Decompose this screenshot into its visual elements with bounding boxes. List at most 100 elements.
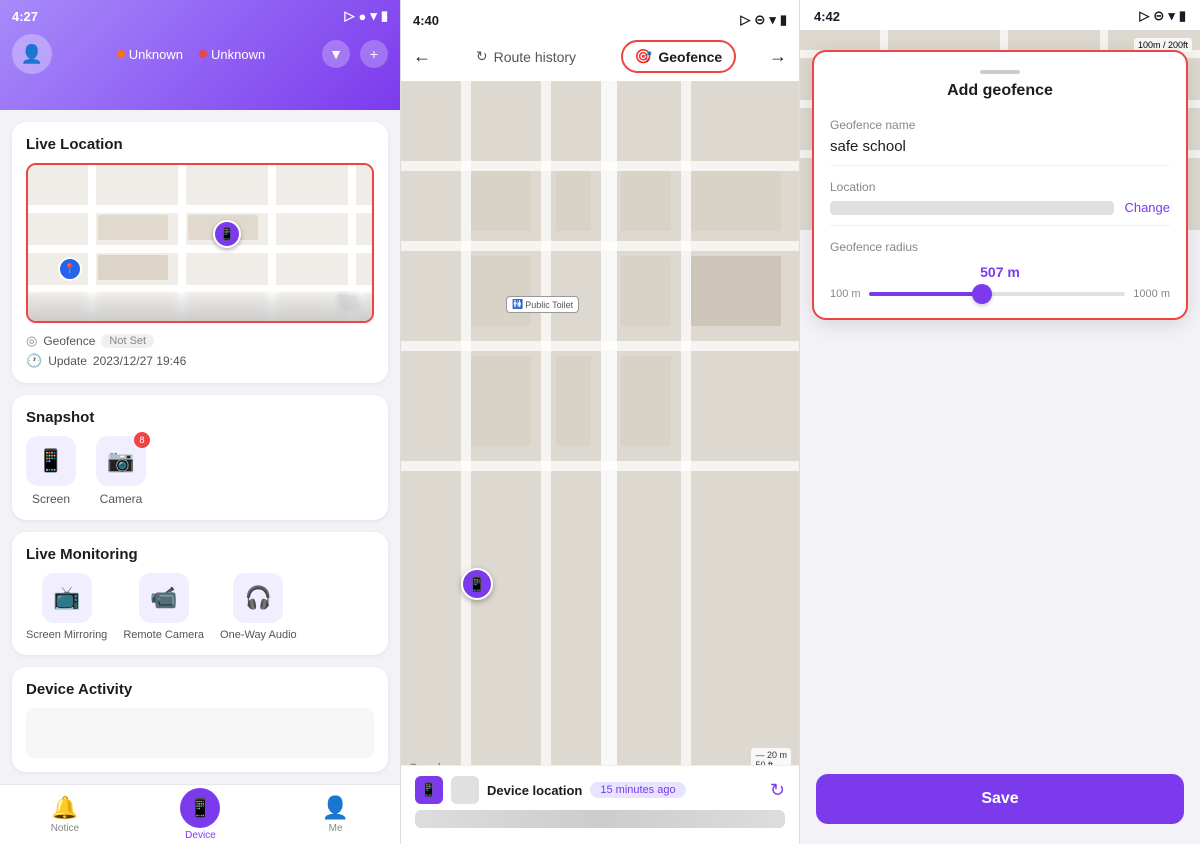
change-link[interactable]: Change: [1124, 200, 1170, 215]
wifi-icon: ▾: [370, 8, 377, 24]
map-preview[interactable]: 📱 📍 50 m 200 ft: [26, 163, 374, 323]
tab-geofence[interactable]: 🎯 Geofence: [621, 40, 736, 73]
screen-mirroring-icon: 📺: [53, 585, 80, 611]
device-activity-placeholder: [26, 708, 374, 758]
geofence-card: Add geofence Geofence name safe school L…: [812, 50, 1188, 320]
headphones-icon: 🎧: [245, 585, 272, 611]
monitor-remote-camera[interactable]: 📹 Remote Camera: [123, 573, 204, 641]
radius-label: Geofence radius: [830, 240, 1170, 254]
status-icons-3: ▷ ⊝ ▾ ▮: [1139, 8, 1186, 24]
device-activity-card: Device Activity: [12, 667, 388, 772]
mr-h2: [401, 241, 799, 251]
mr-v1: [461, 81, 471, 780]
nav-notice-label: Notice: [51, 823, 79, 834]
user-label-2: Unknown: [211, 47, 265, 62]
status-bar-3: 4:42 ▷ ⊝ ▾ ▮: [800, 0, 1200, 30]
update-time: 2023/12/27 19:46: [93, 354, 186, 368]
mr-v2: [541, 81, 551, 780]
live-monitoring-card: Live Monitoring 📺 Screen Mirroring 📹 Rem…: [12, 532, 388, 655]
snapshot-screen-label: Screen: [32, 492, 70, 506]
nav-me-label: Me: [329, 823, 343, 834]
toilet-icon: 🚻: [512, 299, 523, 310]
one-way-audio-icon-wrap: 🎧: [233, 573, 283, 623]
geofence-meta-row: ◎ Geofence Not Set: [26, 333, 374, 349]
dropdown-button[interactable]: ▼: [322, 40, 350, 68]
monitor-one-way-audio[interactable]: 🎧 One-Way Audio: [220, 573, 297, 641]
battery-icon-2: ▮: [780, 12, 787, 28]
save-button[interactable]: Save: [816, 774, 1184, 824]
geofence-icon: ◎: [26, 333, 37, 349]
map-main-bg: 🚻 Public Toilet 📱 — 20 m 50 ft Google: [401, 81, 799, 780]
geofence-label: Geofence: [43, 334, 95, 348]
map-main-panel2[interactable]: 🚻 Public Toilet 📱 — 20 m 50 ft Google: [401, 81, 799, 780]
building-1: [98, 215, 168, 240]
p2-building-3: [621, 171, 671, 231]
battery-icon-3: ▮: [1179, 8, 1186, 24]
monitor-screen-mirroring[interactable]: 📺 Screen Mirroring: [26, 573, 107, 641]
geofence-name-value: safe school: [830, 138, 1170, 166]
geofence-tab-icon: 🎯: [635, 48, 652, 65]
p2-building-4: [691, 171, 781, 231]
user-info: Unknown Unknown: [117, 47, 265, 62]
live-location-card: Live Location 📱: [12, 122, 388, 383]
device-pin-map: 📱: [461, 568, 493, 600]
status-icons-1: ▷ ● ▾ ▮: [344, 8, 388, 24]
refresh-button[interactable]: ↻: [770, 780, 785, 801]
radius-slider[interactable]: [869, 292, 1126, 296]
tab-route-history[interactable]: ↻ Route history: [464, 42, 588, 71]
p2-building-5: [471, 256, 531, 326]
notice-icon: 🔔: [51, 795, 78, 821]
panel-2: 4:40 ▷ ⊝ ▾ ▮ ← ↻ Route history 🎯 Geofenc…: [400, 0, 800, 844]
pill-divider: [980, 70, 1020, 74]
clock-icon: 🕐: [26, 353, 42, 369]
snapshot-camera-label: Camera: [100, 492, 143, 506]
building-3: [98, 255, 168, 280]
location-blurred: [830, 201, 1114, 215]
p2-building-2: [556, 171, 591, 231]
device-icon-gray: [451, 776, 479, 804]
blue-pin: 📍: [58, 257, 82, 281]
time-3: 4:42: [814, 9, 840, 24]
tab-route-label: Route history: [494, 49, 576, 65]
mr-v3: [681, 81, 691, 780]
slider-min: 100 m: [830, 288, 861, 300]
mr-h4: [401, 461, 799, 471]
time-1: 4:27: [12, 9, 38, 24]
bottom-nav-1: 🔔 Notice 📱 Device 👤 Me: [0, 784, 400, 844]
user-tag-1: Unknown: [117, 47, 183, 62]
status-bar-2: 4:40 ▷ ⊝ ▾ ▮: [413, 8, 787, 32]
update-meta-row: 🕐 Update 2023/12/27 19:46: [26, 353, 374, 369]
wifi-icon-3: ▾: [1168, 8, 1175, 24]
nav-device-label: Device: [185, 830, 216, 841]
mr-h1: [401, 161, 799, 171]
panel1-header: 4:27 ▷ ● ▾ ▮ 👤 Unknown Unknown: [0, 0, 400, 110]
one-way-audio-label: One-Way Audio: [220, 629, 297, 641]
nav-device[interactable]: 📱 Device: [180, 788, 220, 841]
add-button[interactable]: +: [360, 40, 388, 68]
panel2-bottom: 📱 Device location 15 minutes ago ↻: [401, 765, 799, 844]
header-user-row: 👤 Unknown Unknown ▼ +: [12, 34, 388, 74]
radius-slider-container: 100 m 1000 m: [830, 288, 1170, 300]
snapshot-screen-icon-wrap: 📱: [26, 436, 76, 486]
map-device-pin: 📱: [213, 220, 241, 248]
snapshot-camera-item[interactable]: 📷 8 Camera: [96, 436, 146, 506]
nav-me[interactable]: 👤 Me: [322, 795, 349, 834]
screen-mirroring-icon-wrap: 📺: [42, 573, 92, 623]
back-button-2[interactable]: ←: [413, 46, 431, 67]
dot-orange: [117, 50, 125, 58]
slider-thumb[interactable]: [972, 284, 992, 304]
snapshot-screen-item[interactable]: 📱 Screen: [26, 436, 76, 506]
camera-badge: 8: [134, 432, 150, 448]
panel2-header: 4:40 ▷ ⊝ ▾ ▮ ← ↻ Route history 🎯 Geofenc…: [401, 0, 799, 81]
nav-notice[interactable]: 🔔 Notice: [51, 795, 79, 834]
public-toilet-pin: 🚻 Public Toilet: [506, 296, 579, 313]
slider-fill: [869, 292, 982, 296]
signal-icon-2: ⊝: [754, 12, 765, 28]
play-icon-3: ▷: [1139, 8, 1149, 24]
forward-button-2[interactable]: →: [769, 46, 787, 67]
device-icon-active-wrap: 📱: [180, 788, 220, 828]
mr-vw1: [601, 81, 617, 780]
geofence-status: Not Set: [101, 334, 154, 348]
screen-mirroring-label: Screen Mirroring: [26, 629, 107, 641]
time-ago-badge: 15 minutes ago: [590, 782, 685, 798]
